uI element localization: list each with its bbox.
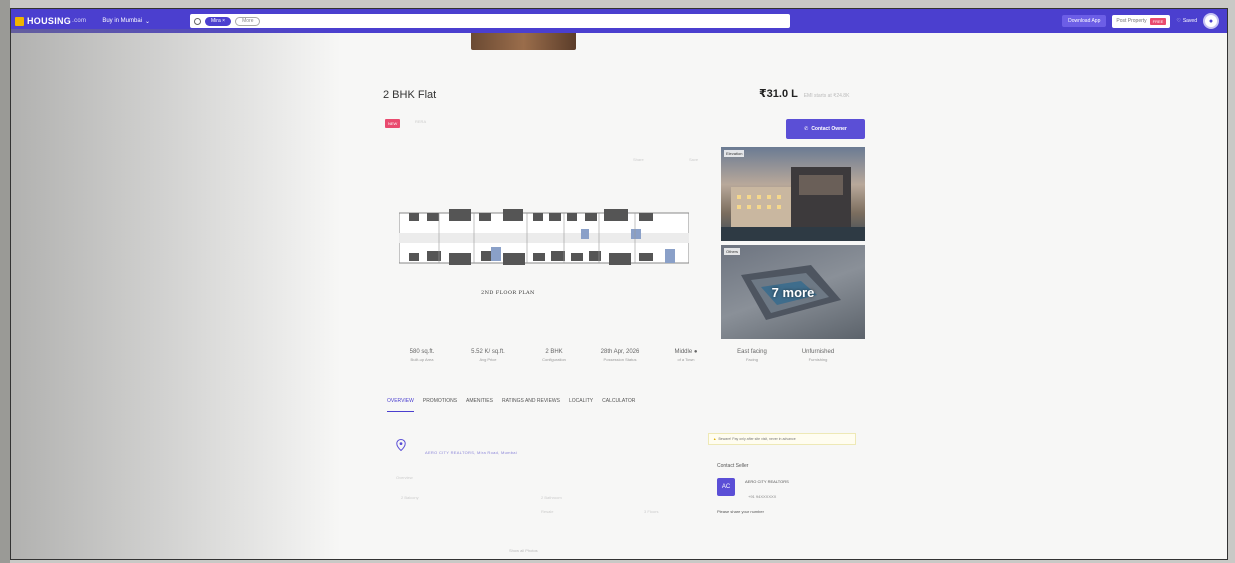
- user-icon: ●: [1208, 17, 1214, 25]
- section-tabs: OVERVIEW PROMOTIONS AMENITIES RATINGS AN…: [387, 398, 635, 412]
- stat-label: Built-up Area: [410, 357, 434, 362]
- stat-value: East facing: [737, 349, 767, 355]
- stat-item: 2 BHK Configuration: [521, 349, 587, 363]
- phone-icon: ✆: [804, 126, 809, 132]
- stat-value: Middle ●: [653, 349, 719, 356]
- post-property-label: Post Property: [1116, 18, 1147, 24]
- rera-tag: RERA: [415, 119, 427, 124]
- tab-promotions[interactable]: PROMOTIONS: [423, 398, 457, 412]
- more-photos-count: 7 more: [771, 284, 815, 300]
- search-bar[interactable]: Mira × More: [190, 14, 791, 28]
- buy-city-dropdown[interactable]: Buy in Mumbai ⌄: [102, 18, 150, 25]
- share-number-link[interactable]: Please share your number: [717, 509, 764, 514]
- stat-item: Middle ● of a Town: [653, 349, 719, 363]
- saved-label: Saved: [1182, 18, 1197, 24]
- warning-banner: ▲ Beware! Pay only after site visit, nev…: [708, 433, 856, 445]
- housing-logo[interactable]: HOUSING .com: [15, 16, 86, 26]
- stat-label: Configuration: [542, 357, 566, 362]
- listing-title: 2 BHK Flat: [383, 89, 437, 101]
- save-button[interactable]: Save: [689, 157, 698, 162]
- logo-suffix: .com: [72, 18, 87, 24]
- browser-screen: HOUSING .com Buy in Mumbai ⌄ Mira × More…: [10, 8, 1228, 560]
- top-navbar: HOUSING .com Buy in Mumbai ⌄ Mira × More…: [11, 9, 1227, 33]
- stat-value: 580 sq.ft.: [409, 349, 435, 355]
- tab-calculator[interactable]: CALCULATOR: [602, 398, 635, 412]
- photo-tag-others: Others: [724, 248, 741, 255]
- price-value: ₹31.0 L: [759, 88, 798, 100]
- show-all-photos-link[interactable]: Show all Photos: [509, 548, 538, 553]
- stat-label: Facing: [745, 357, 758, 362]
- location-pin-icon: [396, 439, 406, 451]
- overview-detail: 2 Balcony: [401, 495, 419, 500]
- share-button[interactable]: Share: [633, 157, 644, 162]
- stat-label: Furnishing: [808, 357, 828, 362]
- tab-ratings-reviews[interactable]: RATINGS AND REVIEWS: [502, 398, 560, 412]
- search-more-chip[interactable]: More: [235, 16, 261, 26]
- seller-phone: +91 94XXXXXX: [748, 494, 777, 499]
- stat-value-text: Middle: [674, 349, 693, 355]
- download-app-button[interactable]: Download App: [1062, 15, 1107, 27]
- stat-label: Possession Status: [603, 357, 637, 362]
- floor-plan-image[interactable]: [399, 207, 689, 269]
- contact-seller-heading: Contact Seller: [717, 463, 749, 469]
- warning-text: Beware! Pay only after site visit, never…: [718, 437, 796, 441]
- key-stats-row: 580 sq.ft. Built-up Area 5.52 K/ sq.ft. Av…: [389, 349, 851, 363]
- stat-label: of a Town: [677, 357, 695, 362]
- user-avatar[interactable]: ●: [1203, 13, 1219, 29]
- overview-row-label: Overview: [396, 475, 413, 480]
- stat-item: 28th Apr, 2026 Possession Status: [587, 349, 653, 363]
- logo-icon: [15, 16, 24, 26]
- close-icon[interactable]: ×: [221, 18, 225, 24]
- more-photos-tile[interactable]: Others 7 more: [721, 245, 865, 339]
- elevation-photo[interactable]: Elevation: [721, 147, 865, 241]
- seller-avatar: AC: [717, 478, 735, 496]
- search-city-chip-label: Mira: [211, 18, 221, 24]
- stat-item: 580 sq.ft. Built-up Area: [389, 349, 455, 363]
- stat-item: Unfurnished Furnishing: [785, 349, 851, 363]
- tab-overview[interactable]: OVERVIEW: [387, 398, 414, 412]
- new-tag: NEW: [385, 119, 401, 128]
- top-photo-strip: [471, 33, 576, 50]
- search-icon: [194, 17, 202, 25]
- tab-locality[interactable]: LOCALITY: [569, 398, 593, 412]
- stat-item: East facing Facing: [719, 349, 785, 363]
- emi-text[interactable]: EMI starts at ₹24.8K: [804, 93, 850, 99]
- free-badge: FREE: [1149, 17, 1167, 25]
- contact-owner-button[interactable]: ✆ Contact Owner: [786, 119, 865, 139]
- warning-icon: ▲: [713, 437, 717, 441]
- floor-plan-label: 2ND FLOOR PLAN: [481, 290, 535, 296]
- seller-name[interactable]: AERO CITY REALTORS: [745, 479, 789, 484]
- tab-amenities[interactable]: AMENITIES: [466, 398, 493, 412]
- listing-price: ₹31.0 L EMI starts at ₹24.8K: [759, 87, 849, 100]
- stat-item: 5.52 K/ sq.ft. Avg Price: [455, 349, 521, 363]
- overview-detail: 3 Floors: [644, 509, 659, 514]
- saved-button[interactable]: ♡ Saved: [1176, 18, 1197, 24]
- stat-value: Unfurnished: [801, 349, 835, 355]
- info-icon[interactable]: ●: [694, 349, 698, 355]
- overview-detail: 2 Bathroom: [541, 495, 562, 500]
- logo-text: HOUSING: [27, 16, 72, 26]
- photo-tag-elevation: Elevation: [724, 150, 745, 157]
- chevron-down-icon: ⌄: [145, 18, 151, 25]
- screen-glare: [11, 29, 341, 559]
- search-city-chip[interactable]: Mira ×: [205, 16, 232, 26]
- stat-label: Avg Price: [479, 357, 497, 362]
- buy-label: Buy in Mumbai: [102, 18, 142, 24]
- stat-value: 5.52 K/ sq.ft.: [471, 349, 505, 355]
- overview-detail: Resale: [541, 509, 554, 514]
- stat-value: 28th Apr, 2026: [600, 349, 640, 355]
- monitor-bezel: [0, 0, 10, 563]
- heart-icon: ♡: [1176, 18, 1181, 24]
- listing-address: AERO CITY REALTORS, Mira Road, Mumbai: [425, 450, 518, 455]
- post-property-button[interactable]: Post Property FREE: [1112, 14, 1171, 28]
- stat-value: 2 BHK: [545, 349, 563, 355]
- building-image: [721, 167, 865, 241]
- contact-owner-label: Contact Owner: [811, 126, 847, 132]
